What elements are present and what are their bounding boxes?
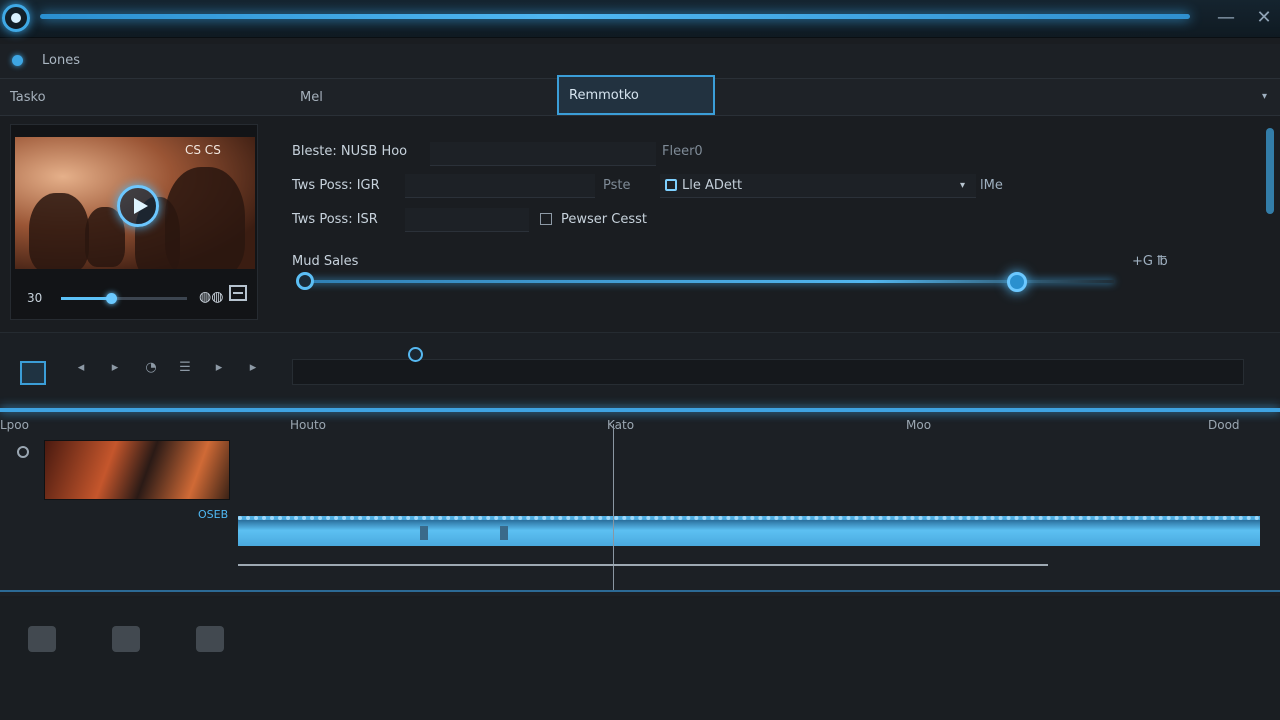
preview-scrubber[interactable] xyxy=(61,293,187,304)
property-field[interactable] xyxy=(430,142,656,166)
menu-item[interactable]: Lones xyxy=(42,53,80,68)
frame-badge: CS CS xyxy=(185,143,221,157)
title-bar: — ✕ xyxy=(0,0,1280,38)
step-forward-button[interactable]: ▸ xyxy=(210,359,228,377)
property-label-tws-poss-1: Tws Poss: IGR xyxy=(292,178,380,193)
close-icon[interactable]: ✕ xyxy=(1252,6,1276,30)
property-mid-label: Pste xyxy=(603,178,631,193)
trash-icon[interactable] xyxy=(188,618,232,662)
person-figure xyxy=(165,167,245,269)
video-frame[interactable]: CS CS xyxy=(15,137,255,269)
property-field[interactable] xyxy=(405,174,595,198)
loop-button[interactable]: ◔ xyxy=(142,359,160,377)
app-logo-icon xyxy=(2,4,30,32)
checkbox[interactable] xyxy=(540,213,552,225)
tab-mel[interactable]: Mel xyxy=(290,79,555,117)
preview-scrubber-knob[interactable] xyxy=(106,293,118,304)
tab-tasko[interactable]: Tasko xyxy=(0,79,290,117)
bottom-toolbar xyxy=(0,598,1280,720)
ruler-label: Houto xyxy=(290,418,327,432)
transport-bar: ◂ ▸ ◔ ☰ ▸ ▸ xyxy=(0,332,1280,402)
ruler-label: Moo xyxy=(906,418,932,432)
preview-scrubber-fill xyxy=(61,297,112,300)
property-hint: Fleer0 xyxy=(662,144,703,159)
view-mode-button[interactable] xyxy=(20,361,46,385)
timeline-track-line xyxy=(238,564,1048,566)
render-icon-shape xyxy=(112,626,140,652)
audio-marker[interactable] xyxy=(420,526,428,540)
trash-icon-shape xyxy=(196,626,224,652)
property-label-tws-poss-2: Tws Poss: ISR xyxy=(292,212,378,227)
person-figure xyxy=(29,193,89,269)
timeline-separator xyxy=(0,590,1280,592)
audio-clip[interactable] xyxy=(238,516,1260,546)
menu-icon[interactable] xyxy=(229,285,247,301)
slider-knob[interactable] xyxy=(1006,272,1027,292)
language-select-value: Lle ADett xyxy=(682,178,743,193)
property-label-bleste: Bleste: NUSB Hoo xyxy=(292,144,408,159)
export-icon[interactable] xyxy=(20,618,64,662)
ruler-label: Kato xyxy=(607,418,635,432)
clip-time: OSEB xyxy=(198,508,229,521)
timeline-top-line xyxy=(0,408,1280,412)
property-suffix: lMe xyxy=(980,178,1003,193)
property-field[interactable] xyxy=(405,208,529,232)
video-editor-window: — ✕ Lones Tasko Mel Remmotko ▾ CS CS 30 … xyxy=(0,0,1280,720)
title-glow-bar xyxy=(40,14,1190,19)
video-preview-panel: CS CS 30 ◍◍ xyxy=(10,124,258,320)
slider-track[interactable] xyxy=(304,280,1114,283)
list-button[interactable]: ☰ xyxy=(176,359,194,377)
language-icon xyxy=(665,179,677,191)
step-back-button[interactable]: ◂ xyxy=(72,359,90,377)
tab-overflow-chevron-icon[interactable]: ▾ xyxy=(1262,91,1267,102)
track-visibility-icon[interactable] xyxy=(17,446,29,458)
render-icon[interactable] xyxy=(104,618,148,662)
ruler-label: Lpoo xyxy=(0,418,29,432)
volume-icon[interactable]: ◍◍ xyxy=(199,289,223,305)
slider-label: Mud Sales xyxy=(292,254,359,269)
language-select[interactable]: Lle ADett ▾ xyxy=(660,174,976,198)
playback-progress[interactable] xyxy=(292,359,1244,385)
menu-row: Lones xyxy=(0,44,1280,78)
timeline-panel: Lpoo Houto Kato Moo Dood OSEB xyxy=(0,404,1280,596)
slider-readout: +G ℔ xyxy=(1132,254,1168,269)
chevron-down-icon: ▾ xyxy=(960,180,966,191)
status-dot-icon xyxy=(12,55,23,66)
playhead[interactable] xyxy=(613,424,614,592)
preview-time: 30 xyxy=(27,291,43,305)
slider-start-handle[interactable] xyxy=(296,272,314,290)
export-icon-shape xyxy=(28,626,56,652)
tab-row: Tasko Mel Remmotko ▾ xyxy=(0,75,1280,117)
playback-progress-knob[interactable] xyxy=(407,347,423,362)
checkbox-label: Pewser Cesst xyxy=(561,212,647,227)
tab-remmotko[interactable]: Remmotko xyxy=(557,75,715,115)
vertical-scrollbar[interactable] xyxy=(1266,128,1274,214)
next-button[interactable]: ▸ xyxy=(244,359,262,377)
audio-marker[interactable] xyxy=(500,526,508,540)
ruler-label: Dood xyxy=(1208,418,1240,432)
video-clip[interactable] xyxy=(44,440,230,500)
play-icon[interactable] xyxy=(117,185,159,227)
play-button[interactable]: ▸ xyxy=(106,359,124,377)
minimize-icon[interactable]: — xyxy=(1214,6,1238,30)
